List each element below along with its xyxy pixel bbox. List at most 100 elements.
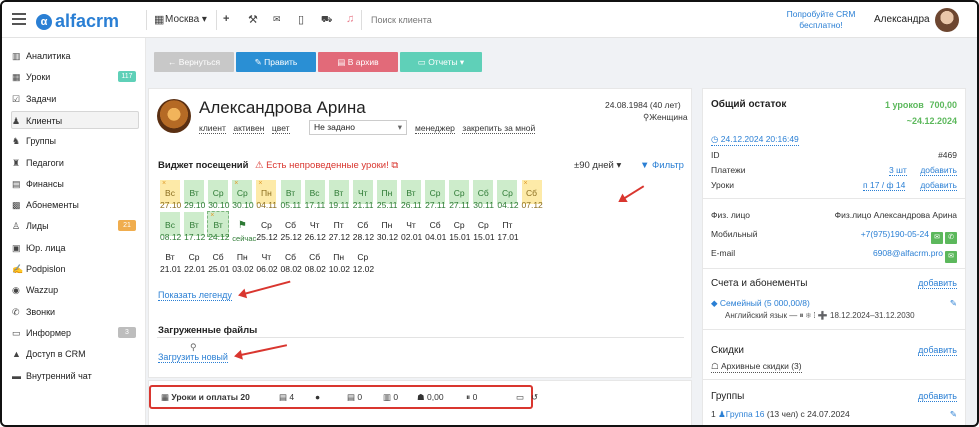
discounts-add[interactable]: добавить <box>918 345 957 356</box>
visit-cell[interactable]: ×Сб30.11 <box>472 179 495 210</box>
sidebar-item-15[interactable]: ▲ Доступ в CRM <box>12 345 140 363</box>
visit-cell[interactable]: ×Вт21.01 <box>159 243 181 274</box>
pencil-icon[interactable]: ✎ <box>950 298 957 309</box>
visit-cell[interactable]: ×Ср25.12 <box>255 211 278 242</box>
sidebar-item-12[interactable]: ◉ Wazzup <box>12 281 140 299</box>
archive-button[interactable]: ▤ В архив <box>318 52 398 72</box>
visit-cell[interactable]: ×Пн10.02 <box>327 243 350 274</box>
sidebar-item-8[interactable]: ▩ Абонементы <box>12 196 140 214</box>
bell-icon[interactable]: ♫ <box>346 13 354 25</box>
back-button[interactable]: ← Вернуться <box>154 52 234 72</box>
visit-cell[interactable]: ×Чт21.11 <box>351 179 374 210</box>
sidebar-item-10[interactable]: ▣ Юр. лица <box>12 239 140 257</box>
visit-cell[interactable]: × Вт 24.12 <box>207 211 229 242</box>
visit-cell[interactable]: ×Сб04.01 <box>424 211 446 242</box>
visit-cell[interactable]: ×Чт06.02 <box>255 243 278 274</box>
tab-9[interactable]: ↺ <box>531 392 538 403</box>
logo[interactable]: α alfacrm <box>36 11 119 32</box>
payments-link[interactable]: 3 шт <box>889 165 907 176</box>
visit-cell[interactable]: ×Сб25.01 <box>207 243 229 274</box>
visit-cell[interactable]: ×Пн30.12 <box>375 211 398 242</box>
edit-button[interactable]: ✎ Править <box>236 52 316 72</box>
accounts-add[interactable]: добавить <box>918 278 957 289</box>
visit-cell[interactable]: ×Сб08.02 <box>279 243 302 274</box>
sidebar-item-6[interactable]: ♜ Педагоги <box>12 154 140 172</box>
user-name[interactable]: Александра <box>874 14 930 25</box>
sidebar-item-13[interactable]: ✆ Звонки <box>12 303 140 321</box>
visit-cell[interactable]: × Вс 27.10 <box>159 179 181 210</box>
chip-active[interactable]: активен <box>233 123 265 134</box>
pencil-icon[interactable]: ✎ <box>950 409 957 420</box>
sidebar-item-2[interactable]: ▦ Уроки 117 <box>12 68 140 86</box>
visit-cell[interactable]: ×Ср27.11 <box>448 179 471 210</box>
phone-icon[interactable]: ✆ <box>945 232 957 244</box>
manager-link[interactable]: менеджер <box>415 123 455 134</box>
visit-cell[interactable]: ×Вт26.11 <box>400 179 422 210</box>
visit-cell[interactable]: ×Вт17.12 <box>183 211 205 242</box>
tab-1[interactable]: ▦ Уроки и оплаты 20 <box>161 392 250 403</box>
visit-cell[interactable]: ×Вс17.11 <box>303 179 326 210</box>
visit-cell[interactable]: ×Пт27.12 <box>327 211 350 242</box>
tab-3[interactable]: ● <box>315 392 320 402</box>
message-icon[interactable]: ✉ <box>931 232 943 244</box>
sidebar-item-16[interactable]: ▬ Внутренний чат <box>12 367 140 385</box>
mail-icon[interactable]: ✉ <box>945 251 957 263</box>
promo-link[interactable]: Попробуйте CRM бесплатно! <box>778 9 864 31</box>
email-link[interactable]: 6908@alfacrm.pro <box>873 248 943 258</box>
cart-icon[interactable]: ⛟ <box>321 14 332 26</box>
chip-client[interactable]: клиент <box>199 123 226 134</box>
visit-cell[interactable]: ×Вт19.11 <box>327 179 350 210</box>
visit-cell[interactable]: × Сб 07.12 <box>520 179 543 210</box>
group-link[interactable]: Группа 16 <box>726 409 765 419</box>
avatar[interactable] <box>935 8 959 32</box>
archive-discounts[interactable]: ☖ Архивные скидки (3) <box>711 361 802 373</box>
lessons-add[interactable]: добавить <box>920 180 957 191</box>
visit-cell[interactable]: ×Ср04.12 <box>496 179 519 210</box>
sidebar-item-11[interactable]: ✍ Podpislon <box>12 260 140 278</box>
lessons-link[interactable]: п 17 / ф 14 <box>863 180 906 191</box>
visit-cell[interactable]: ×Чт02.01 <box>400 211 422 242</box>
visit-cell[interactable]: ×Сб25.12 <box>279 211 302 242</box>
chip-color[interactable]: цвет <box>271 123 290 134</box>
menu-icon[interactable] <box>12 13 26 25</box>
sidebar-item-4[interactable]: ♟ Клиенты <box>11 110 139 129</box>
range-select[interactable]: ±90 дней ▾ <box>574 160 621 171</box>
visit-cell[interactable]: ×Ср30.10 <box>231 179 254 210</box>
sidebar-item-9[interactable]: ♙ Лиды 21 <box>12 217 140 235</box>
visit-cell[interactable]: ×Ср22.01 <box>183 243 205 274</box>
visit-cell[interactable]: ×Ср15.01 <box>448 211 470 242</box>
sidebar-item-3[interactable]: ☑ Задачи <box>12 90 140 108</box>
visit-cell[interactable]: ×Ср15.01 <box>472 211 495 242</box>
status-select[interactable]: Не задано ▾ <box>309 120 407 135</box>
groups-add[interactable]: добавить <box>918 391 957 402</box>
mobile-link[interactable]: +7(975)190-05-24 <box>861 229 929 239</box>
visit-cell[interactable]: ×Ср12.02 <box>351 243 374 274</box>
visit-cell[interactable]: × Пн 04.11 <box>255 179 278 210</box>
sidebar-item-1[interactable]: ▥ Аналитика <box>12 47 140 65</box>
visit-cell[interactable]: ×Пн25.11 <box>375 179 398 210</box>
visit-cell[interactable]: ×Вт29.10 <box>183 179 205 210</box>
visit-cell[interactable]: ×Ср27.11 <box>424 179 447 210</box>
mobile-icon[interactable]: ▯ <box>298 13 304 26</box>
visit-cell[interactable]: .⚑сейчас <box>231 211 256 243</box>
city-select[interactable]: Москва ▾ <box>165 14 207 25</box>
tab-8[interactable]: ▭ <box>516 392 524 403</box>
tab-6[interactable]: ☗ 0,00 <box>417 392 444 403</box>
plus-icon[interactable]: + <box>223 13 229 25</box>
filter-button[interactable]: ▼ Фильтр <box>640 160 684 171</box>
visit-cell[interactable]: ×Чт26.12 <box>303 211 326 242</box>
visit-cell[interactable]: ×Вт05.11 <box>279 179 302 210</box>
visit-cell[interactable]: ×Сб08.02 <box>303 243 326 274</box>
visit-cell[interactable]: ×Пн03.02 <box>231 243 254 274</box>
wrench-icon[interactable]: ⚒ <box>248 13 258 26</box>
sidebar-item-7[interactable]: ▤ Финансы <box>12 175 140 193</box>
updated-link[interactable]: ◷ 24.12.2024 20:16:49 <box>711 134 799 146</box>
tab-4[interactable]: ▤ 0 <box>347 392 362 403</box>
mail-icon[interactable]: ✉ <box>273 14 281 25</box>
sidebar-item-14[interactable]: ▭ Информер 3 <box>12 324 140 342</box>
visit-cell[interactable]: ×Пт17.01 <box>496 211 519 242</box>
plan-link[interactable]: ◆ Семейный (5 000,00/8) <box>711 298 810 309</box>
pin-link[interactable]: закрепить за мной <box>462 123 536 134</box>
visit-cell[interactable]: ×Вс08.12 <box>159 211 181 242</box>
visit-cell[interactable]: ×Ср30.10 <box>207 179 229 210</box>
